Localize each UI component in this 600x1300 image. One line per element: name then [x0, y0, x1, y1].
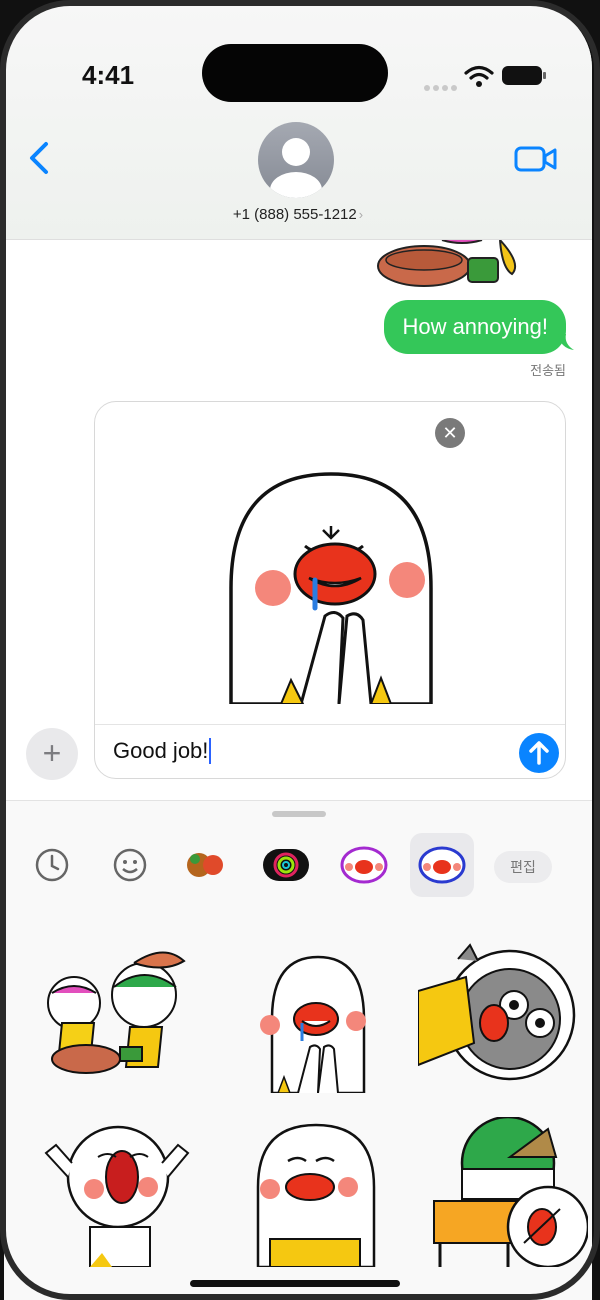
text-cursor	[209, 738, 212, 764]
drawer-grabber[interactable]	[272, 811, 326, 817]
message-text: Good job!	[113, 738, 209, 763]
edit-stickers-button[interactable]: 편집	[494, 851, 552, 883]
eating-sticker[interactable]	[34, 943, 194, 1093]
emoji-face-icon[interactable]	[100, 835, 160, 895]
message-text-input[interactable]: Good job!	[113, 738, 212, 764]
arrow-up-icon[interactable]	[519, 733, 559, 773]
smirking-sticker[interactable]	[240, 1117, 400, 1269]
avatar[interactable]	[258, 122, 334, 198]
contact-number: +1 (888) 555-1212	[232, 206, 357, 223]
delivery-status: 전송됨	[530, 363, 566, 378]
close-icon[interactable]: ✕	[435, 418, 465, 448]
wifi-icon	[464, 64, 494, 93]
crying-sticker[interactable]	[38, 1117, 198, 1268]
messages-screen: +1 (888) 555-1212 › 4:41 How annoying! 전…	[4, 4, 592, 1300]
activity-rings-icon[interactable]	[256, 835, 316, 895]
studying-sticker[interactable]	[428, 1115, 590, 1269]
phone: +1 (888) 555-1212 › 4:41 How annoying! 전…	[0, 0, 600, 1300]
sticker-tab-bar: 편집	[4, 831, 592, 901]
plus-icon[interactable]: +	[26, 728, 78, 780]
bubble-tail	[558, 334, 574, 350]
contact-name[interactable]: +1 (888) 555-1212 ›	[4, 206, 592, 223]
compose-divider	[95, 724, 565, 725]
signal-icon	[424, 78, 460, 96]
compose-field[interactable]: ✕ Good job!	[94, 401, 566, 779]
sticker-drawer: 편집	[4, 800, 592, 1300]
dynamic-island	[202, 44, 388, 102]
praying-sticker[interactable]	[238, 943, 398, 1095]
grey-character-sticker[interactable]	[417, 939, 578, 1089]
status-bar: 4:41	[4, 4, 592, 114]
sticker-pack-icon[interactable]	[334, 835, 394, 895]
video-camera-icon[interactable]	[514, 144, 558, 179]
chevron-right-icon: ›	[358, 207, 364, 222]
previous-sticker[interactable]	[372, 239, 532, 290]
recent-clock-icon[interactable]	[22, 835, 82, 895]
status-time: 4:41	[82, 60, 135, 90]
chevron-left-icon[interactable]	[24, 136, 54, 180]
home-indicator[interactable]	[190, 1280, 400, 1287]
sent-message-bubble[interactable]: How annoying!	[384, 300, 566, 354]
sticker-pack-icon[interactable]	[176, 835, 236, 895]
battery-icon	[502, 66, 546, 85]
attached-sticker	[221, 468, 441, 706]
sticker-pack-icon[interactable]	[410, 833, 474, 897]
